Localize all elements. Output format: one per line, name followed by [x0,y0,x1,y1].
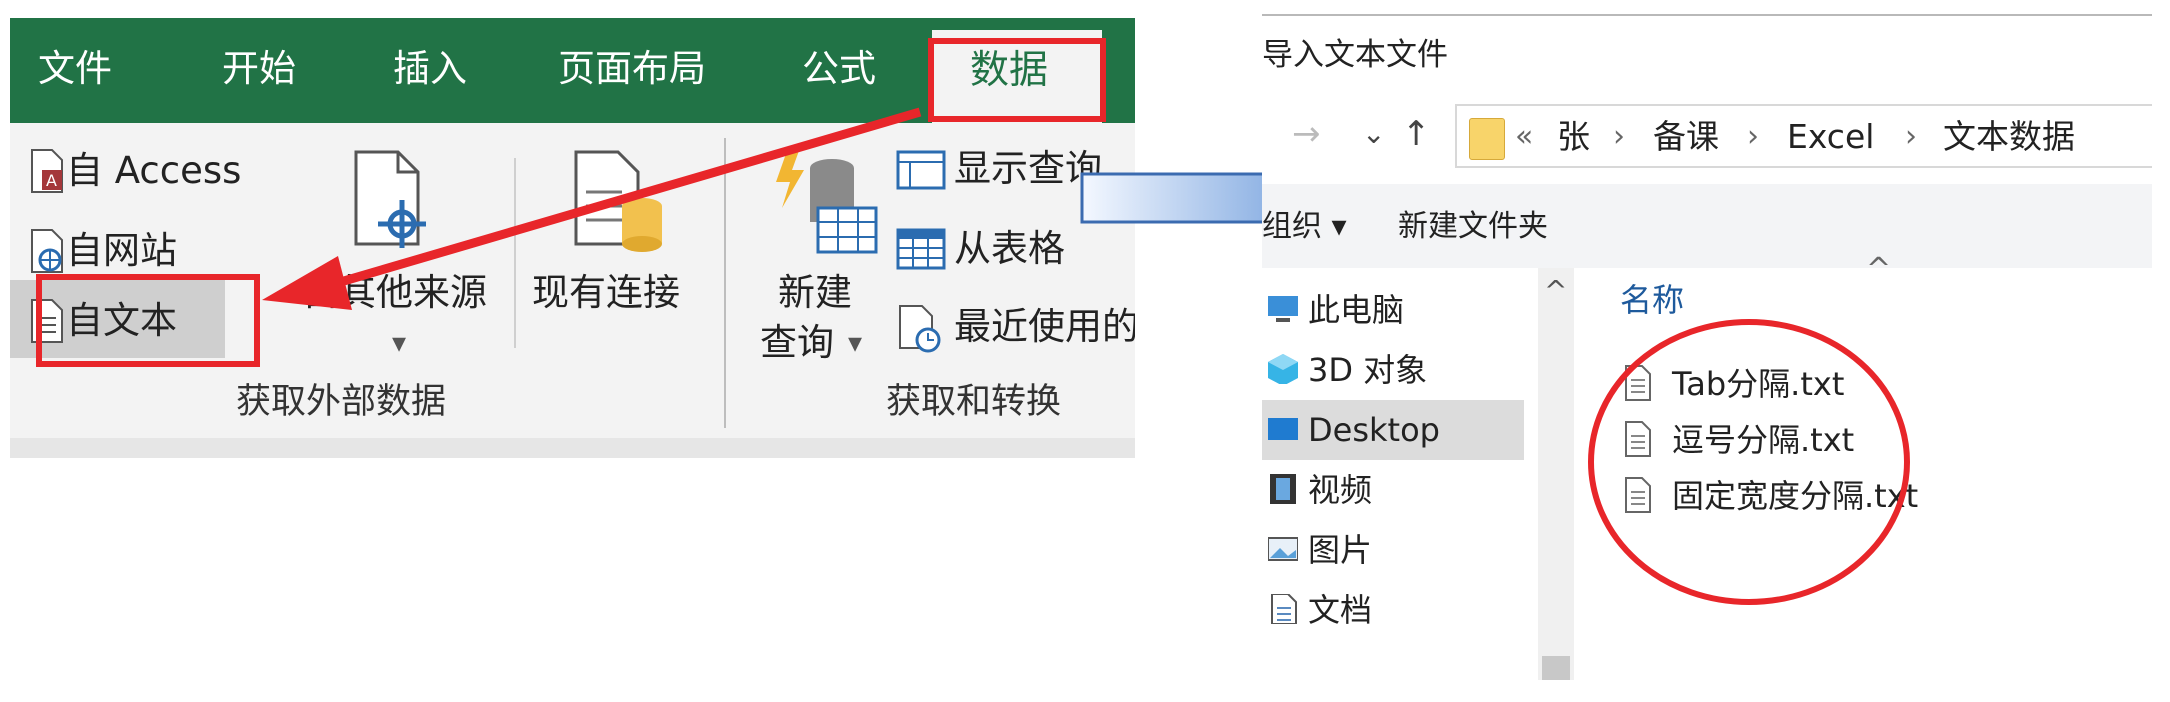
organize-menu[interactable]: 组织 ▾ [1262,206,1347,248]
breadcrumb-separator-icon: › [1905,119,1917,154]
import-text-file-dialog: 导入文本文件 → ⌄ ↑ « 张 › 备课 › Excel › 文本数据 组织 … [1262,0,2152,680]
nav-item-label: 视频 [1308,471,1373,509]
navigation-pane: 此电脑 3D 对象 Desktop 视频 图片 文档 [1262,268,1524,680]
breadcrumb-overflow-icon[interactable]: « [1515,116,1533,158]
navigation-scrollbar[interactable]: ^ [1538,268,1574,680]
address-bar[interactable]: « 张 › 备课 › Excel › 文本数据 [1455,104,2152,168]
up-arrow-icon[interactable]: ↑ [1402,112,1431,156]
nav-item-videos[interactable]: 视频 [1262,460,1524,520]
breadcrumb-item[interactable]: 备课 [1653,116,1719,158]
dialog-top-border [1262,14,2152,16]
nav-item-label: 文档 [1308,591,1373,629]
scrollbar-thumb[interactable] [1542,656,1570,680]
computer-icon [1268,296,1298,322]
breadcrumb-item[interactable]: 文本数据 [1943,116,2075,158]
command-bar: 组织 ▾ 新建文件夹 [1262,184,2152,268]
cube-icon [1268,354,1298,384]
nav-item-this-pc[interactable]: 此电脑 [1262,280,1524,340]
breadcrumb-item[interactable]: 张 [1557,116,1590,158]
back-arrow-icon[interactable]: → [1292,112,1321,156]
nav-item-label: 图片 [1308,531,1373,569]
desktop-icon [1268,418,1298,440]
breadcrumb-item[interactable]: Excel [1787,116,1874,158]
nav-item-label: 此电脑 [1308,291,1405,329]
nav-item-documents[interactable]: 文档 [1262,580,1524,640]
file-list: ^ 名称 Tab分隔.txt 逗号分隔.txt 固定宽度分隔.txt [1574,252,2152,680]
scroll-up-icon[interactable]: ^ [1544,276,1567,306]
nav-item-label: Desktop [1308,411,1440,449]
files-highlight-ellipse [1588,319,1910,605]
document-icon [1271,594,1297,624]
nav-item-3d-objects[interactable]: 3D 对象 [1262,340,1524,400]
red-arrow [262,107,922,310]
nav-item-desktop[interactable]: Desktop [1262,400,1524,460]
nav-item-pictures[interactable]: 图片 [1262,520,1524,580]
picture-icon [1268,537,1298,561]
video-icon [1270,474,1296,504]
recent-locations-chevron-icon[interactable]: ⌄ [1362,112,1385,156]
dialog-title: 导入文本文件 [1262,37,1448,73]
nav-item-label: 3D 对象 [1308,351,1428,389]
sort-caret-icon: ^ [1866,252,1892,287]
breadcrumb-separator-icon: › [1613,119,1625,154]
breadcrumb-separator-icon: › [1747,119,1759,154]
folder-icon [1469,118,1505,160]
new-folder-button[interactable]: 新建文件夹 [1398,206,1548,248]
